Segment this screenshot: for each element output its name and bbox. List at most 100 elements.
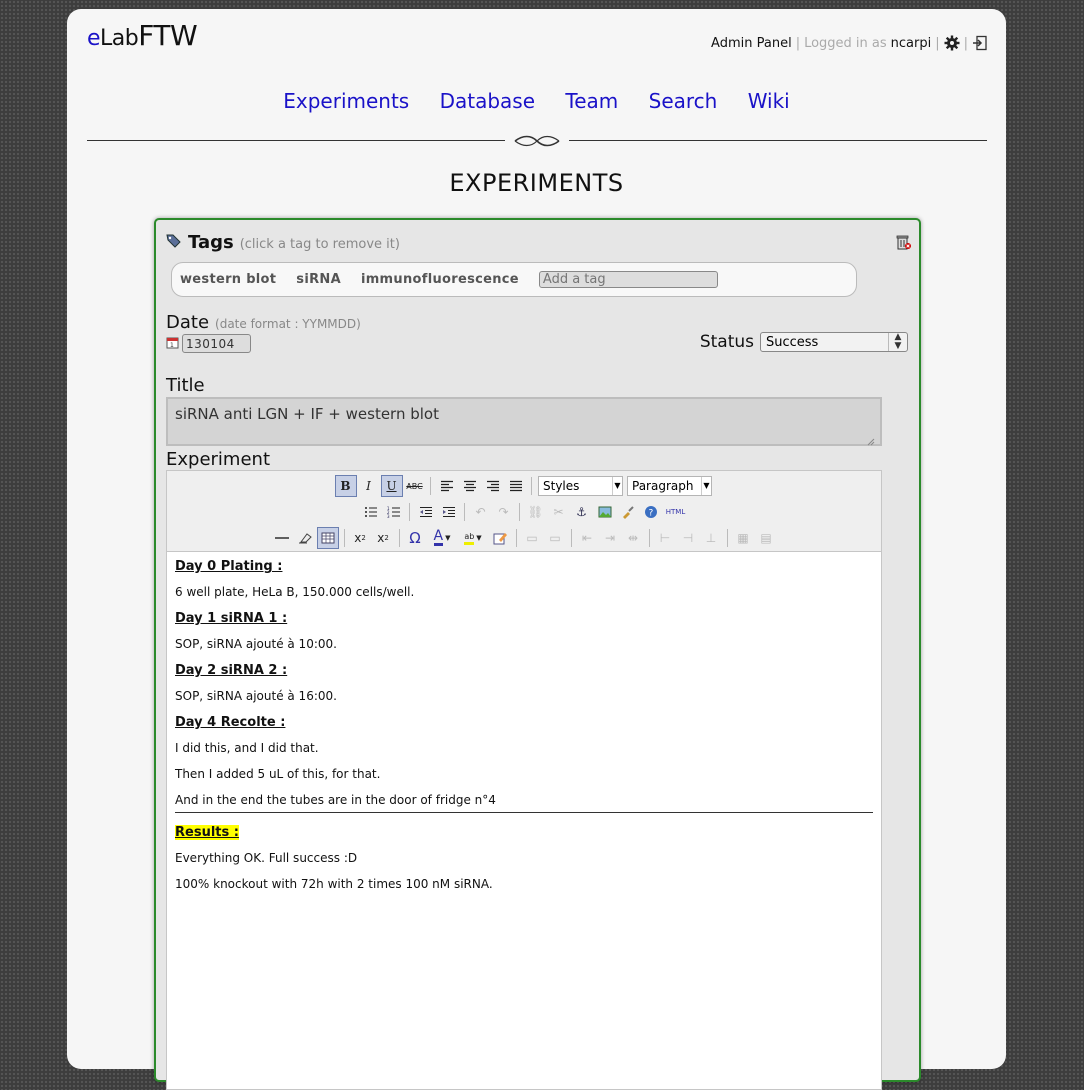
toolbar-row-3: x2 x2 Ω A ▼ ab ▼ ▭ ▭ ⇤ ⇥ ⇹ ⊢ ⊣ ⊥ ▦ ▤ xyxy=(167,526,881,550)
content-paragraph: Then I added 5 uL of this, for that. xyxy=(175,767,381,781)
content-paragraph: SOP, siRNA ajouté à 10:00. xyxy=(175,637,337,651)
align-left-icon[interactable] xyxy=(436,475,458,497)
insert-row-after-icon[interactable]: ⇥ xyxy=(599,527,621,549)
align-right-icon[interactable] xyxy=(482,475,504,497)
highlight-color-icon[interactable]: ab ▼ xyxy=(458,527,488,549)
title-label: Title xyxy=(166,375,205,396)
content-paragraph: And in the end the tubes are in the door… xyxy=(175,793,496,807)
admin-panel-link[interactable]: Admin Panel xyxy=(711,36,792,51)
status-value: Success xyxy=(766,335,819,350)
bold-button[interactable]: B xyxy=(334,475,357,497)
align-justify-icon[interactable] xyxy=(505,475,527,497)
date-label: Date xyxy=(166,312,210,333)
username-link[interactable]: ncarpi xyxy=(891,36,932,51)
link-icon[interactable]: ⛓ xyxy=(525,501,547,523)
date-row: 1 xyxy=(166,334,251,353)
logged-in-label: Logged in as xyxy=(804,35,887,51)
experiment-label: Experiment xyxy=(166,449,271,470)
format-dropdown[interactable]: Paragraph ▼ xyxy=(627,476,712,496)
table-row-icon[interactable]: ▭ xyxy=(521,527,543,549)
anchor-icon[interactable]: ⚓ xyxy=(571,501,593,523)
svg-text:?: ? xyxy=(648,509,653,519)
toolbar-row-2: 123 ↶ ↷ ⛓ ✂ ⚓ ? HTML xyxy=(167,500,881,524)
content-heading: Day 1 siRNA 1 : xyxy=(175,611,288,626)
help-icon[interactable]: ? xyxy=(640,501,662,523)
content-paragraph: Everything OK. Full success :D xyxy=(175,851,358,865)
content-paragraph: 100% knockout with 72h with 2 times 100 … xyxy=(175,877,493,891)
ornament-divider xyxy=(87,135,987,147)
insert-col-after-icon[interactable]: ⊣ xyxy=(677,527,699,549)
numbered-list-icon[interactable]: 123 xyxy=(383,501,405,523)
main-nav: Experiments Database Team Search Wiki xyxy=(67,89,1006,113)
status-group: Status Success ▲ ▼ xyxy=(700,332,908,352)
page-title: EXPERIMENTS xyxy=(449,169,624,197)
superscript-icon[interactable]: x2 xyxy=(372,527,394,549)
split-cells-icon[interactable]: ▦ xyxy=(732,527,754,549)
nav-wiki[interactable]: Wiki xyxy=(748,89,790,113)
underline-button[interactable]: U xyxy=(380,475,403,497)
svg-text:3: 3 xyxy=(387,514,390,518)
table-cell-icon[interactable]: ▭ xyxy=(544,527,566,549)
merge-cells-icon[interactable]: ▤ xyxy=(755,527,777,549)
date-input[interactable] xyxy=(182,334,251,353)
edit-icon[interactable] xyxy=(489,527,511,549)
delete-row-icon[interactable]: ⇹ xyxy=(622,527,644,549)
nav-team[interactable]: Team xyxy=(565,89,618,113)
subscript-icon[interactable]: x2 xyxy=(349,527,371,549)
content-heading: Day 2 siRNA 2 : xyxy=(175,663,288,678)
strikethrough-button[interactable]: ABC xyxy=(404,475,426,497)
bullet-list-icon[interactable] xyxy=(360,501,382,523)
select-arrows-icon: ▲ ▼ xyxy=(888,333,907,351)
tags-header: Tags (click a tag to remove it) xyxy=(166,232,400,253)
svg-text:1: 1 xyxy=(170,342,174,349)
resize-grip-icon[interactable] xyxy=(867,432,875,446)
editor-toolbar: B I U ABC Styles ▼ Paragraph ▼ 123 ↶ ↷ ⛓… xyxy=(167,471,881,552)
delete-col-icon[interactable]: ⊥ xyxy=(700,527,722,549)
nav-experiments[interactable]: Experiments xyxy=(283,89,409,113)
add-tag-input[interactable] xyxy=(538,271,718,288)
content-paragraph: I did this, and I did that. xyxy=(175,741,319,755)
unlink-icon[interactable]: ✂ xyxy=(548,501,570,523)
text-color-icon[interactable]: A ▼ xyxy=(427,527,457,549)
styles-dropdown[interactable]: Styles ▼ xyxy=(538,476,623,496)
tag-item[interactable]: siRNA xyxy=(296,272,341,287)
date-hint: (date format : YYMMDD) xyxy=(215,317,361,331)
undo-icon[interactable]: ↶ xyxy=(470,501,492,523)
tag-item[interactable]: immunofluorescence xyxy=(361,272,519,287)
editor-content[interactable]: Day 0 Plating : 6 well plate, HeLa B, 15… xyxy=(167,552,881,908)
experiment-edit-box: Tags (click a tag to remove it) western … xyxy=(154,218,921,1090)
redo-icon[interactable]: ↷ xyxy=(493,501,515,523)
app-logo[interactable]: eLabFTW xyxy=(87,19,198,52)
image-icon[interactable] xyxy=(594,501,616,523)
insert-row-before-icon[interactable]: ⇤ xyxy=(576,527,598,549)
html-source-icon[interactable]: HTML xyxy=(663,501,689,523)
date-header: Date (date format : YYMMDD) xyxy=(166,312,361,333)
eraser-icon[interactable] xyxy=(294,527,316,549)
title-value: siRNA anti LGN + IF + western blot xyxy=(175,405,439,423)
table-icon[interactable] xyxy=(317,527,339,549)
special-char-icon[interactable]: Ω xyxy=(404,527,426,549)
calendar-icon[interactable]: 1 xyxy=(166,334,179,353)
nav-database[interactable]: Database xyxy=(440,89,535,113)
gear-icon[interactable] xyxy=(944,35,960,51)
content-paragraph: 6 well plate, HeLa B, 150.000 cells/well… xyxy=(175,585,415,599)
cleanup-icon[interactable] xyxy=(617,501,639,523)
insert-col-before-icon[interactable]: ⊢ xyxy=(654,527,676,549)
tag-icon xyxy=(166,233,182,252)
content-divider xyxy=(175,812,873,813)
horizontal-rule-icon[interactable] xyxy=(271,527,293,549)
title-input[interactable]: siRNA anti LGN + IF + western blot xyxy=(166,397,882,446)
indent-icon[interactable] xyxy=(438,501,460,523)
logout-icon[interactable] xyxy=(972,35,988,51)
delete-icon[interactable] xyxy=(895,234,911,254)
tag-item[interactable]: western blot xyxy=(180,272,276,287)
tags-field: western blot siRNA immunofluorescence xyxy=(171,262,857,297)
align-center-icon[interactable] xyxy=(459,475,481,497)
tags-label: Tags xyxy=(188,232,234,253)
content-paragraph: SOP, siRNA ajouté à 16:00. xyxy=(175,689,337,703)
status-select[interactable]: Success ▲ ▼ xyxy=(760,332,908,352)
outdent-icon[interactable] xyxy=(415,501,437,523)
nav-search[interactable]: Search xyxy=(649,89,718,113)
status-label: Status xyxy=(699,332,754,352)
italic-button[interactable]: I xyxy=(358,475,380,497)
